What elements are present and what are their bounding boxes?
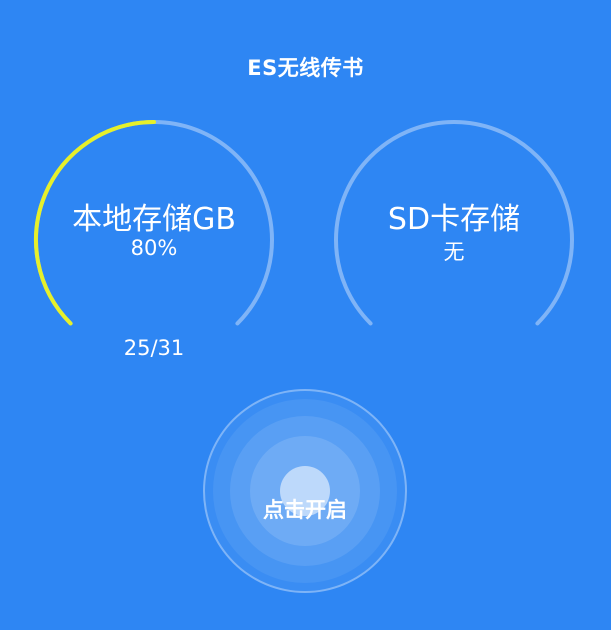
page-title: ES无线传书 — [247, 56, 364, 80]
local-storage-gauge[interactable]: 本地存储GB 80% 25/31 — [34, 120, 274, 360]
start-button[interactable]: 点击开启 — [203, 389, 407, 593]
local-storage-percent: 80% — [130, 236, 178, 260]
local-storage-count: 25/31 — [123, 336, 185, 360]
local-storage-label: 本地存储GB — [72, 202, 236, 237]
wireless-transfer-screen: ES无线传书 本地存储GB 80% 25/31 SD卡存储 无 点击开启 — [0, 0, 611, 630]
sd-storage-label: SD卡存储 — [387, 202, 521, 237]
sd-storage-status: 无 — [443, 240, 465, 264]
start-button-label: 点击开启 — [263, 498, 347, 522]
sd-storage-gauge[interactable]: SD卡存储 无 — [334, 120, 574, 360]
